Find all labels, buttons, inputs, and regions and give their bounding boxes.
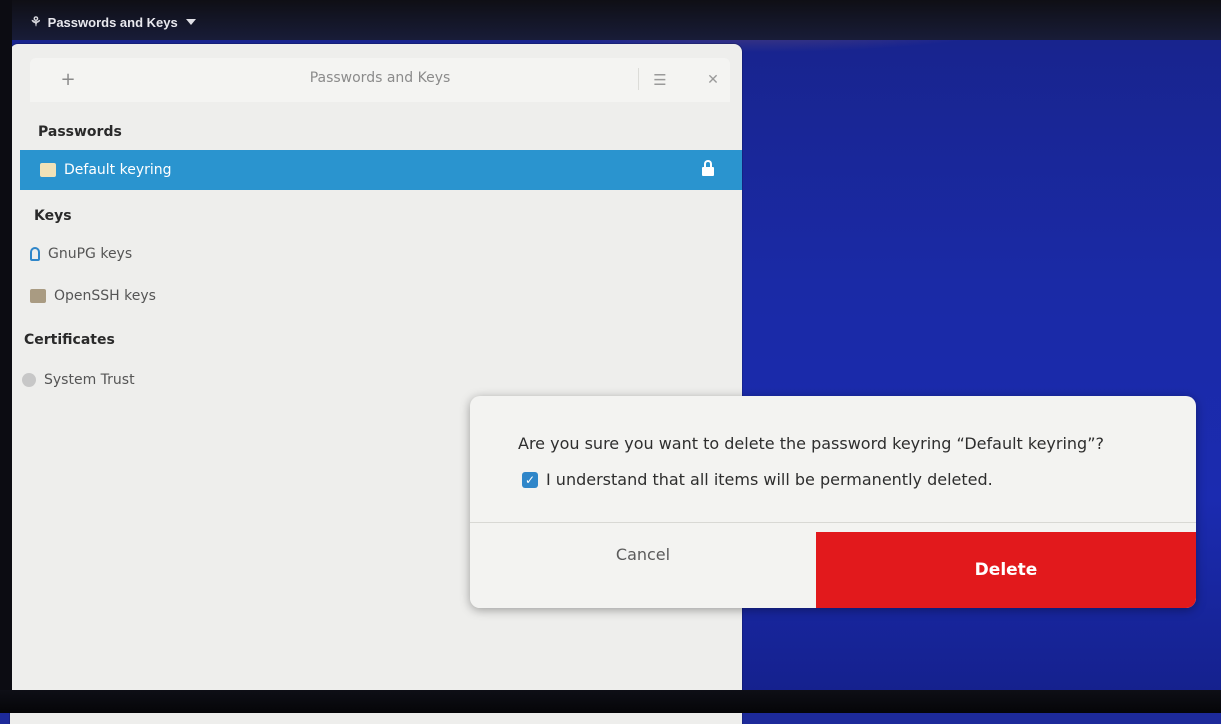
header-bar: + Passwords and Keys ☰ ✕: [30, 58, 730, 102]
header-separator: [638, 68, 639, 90]
sidebar-item-label: OpenSSH keys: [54, 288, 156, 304]
delete-button[interactable]: Delete: [816, 532, 1196, 608]
sidebar-item-label: Default keyring: [64, 162, 172, 178]
sidebar-item-label: System Trust: [44, 372, 135, 388]
section-title-certificates: Certificates: [24, 332, 115, 348]
confirm-checkbox-label[interactable]: I understand that all items will be perm…: [546, 470, 993, 489]
sidebar-item-gnupg-keys[interactable]: GnuPG keys: [10, 234, 730, 274]
confirm-checkbox[interactable]: ✓: [522, 472, 538, 488]
section-title-keys: Keys: [34, 208, 72, 224]
window-title: Passwords and Keys: [309, 70, 451, 86]
section-title-passwords: Passwords: [38, 124, 122, 140]
app-menu-label: Passwords and Keys: [47, 14, 178, 30]
cancel-button[interactable]: Cancel: [470, 523, 816, 608]
certificate-icon: [22, 373, 36, 387]
delete-keyring-dialog: Are you sure you want to delete the pass…: [470, 396, 1196, 608]
app-menu[interactable]: ⚘ Passwords and Keys: [30, 12, 196, 32]
hamburger-icon[interactable]: ☰: [650, 70, 670, 90]
plus-icon[interactable]: +: [58, 70, 78, 90]
sidebar-item-openssh-keys[interactable]: OpenSSH keys: [10, 276, 730, 316]
caret-down-icon: [185, 19, 196, 25]
close-icon[interactable]: ✕: [703, 70, 723, 90]
dialog-question: Are you sure you want to delete the pass…: [518, 434, 1104, 453]
screen-bezel-left: [0, 0, 12, 713]
folder-icon: [40, 163, 56, 177]
top-bar: ⚘ Passwords and Keys: [0, 0, 1221, 40]
seahorse-icon: ⚘: [30, 14, 42, 29]
unlocked-icon[interactable]: [702, 160, 714, 176]
screen-bezel-bottom: [0, 690, 1221, 713]
main-window: + Passwords and Keys ☰ ✕ Passwords Defau…: [10, 44, 742, 724]
sidebar-item-label: GnuPG keys: [48, 246, 133, 262]
ssh-folder-icon: [30, 289, 46, 303]
key-icon: [30, 247, 40, 261]
sidebar-item-system-trust[interactable]: System Trust: [10, 360, 722, 400]
sidebar-item-default-keyring[interactable]: Default keyring: [20, 150, 742, 190]
